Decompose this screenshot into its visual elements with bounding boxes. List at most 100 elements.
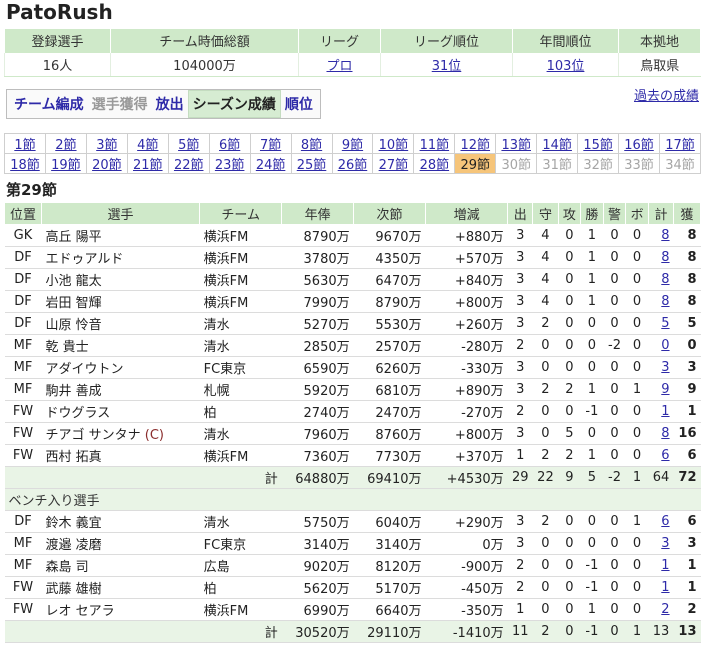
money-cell: 6590万: [281, 356, 354, 379]
round-cell: 19節: [44, 153, 87, 174]
round-link[interactable]: 23節: [215, 158, 245, 173]
round-link[interactable]: 21節: [133, 158, 163, 173]
earned-points-cell: 8: [673, 224, 701, 247]
points-link[interactable]: 8: [661, 250, 669, 265]
round-link[interactable]: 6節: [219, 138, 240, 153]
points-link[interactable]: 8: [661, 426, 669, 441]
money-cell: -280万: [425, 334, 508, 357]
player-name-cell: 渡邉 凌磨: [41, 532, 200, 555]
round-link[interactable]: 11節: [420, 138, 450, 153]
round-link[interactable]: 15節: [583, 138, 613, 153]
points-link[interactable]: 3: [661, 360, 669, 375]
points-cell: 5: [648, 312, 674, 335]
menu-item[interactable]: シーズン成績: [187, 90, 281, 118]
points-link[interactable]: 5: [661, 316, 669, 331]
stat-cell: 4: [532, 224, 559, 247]
player-row: FW 武藤 雄樹柏 5620万 5170万 -450万 2 0 0 -1 0 0 1 1: [4, 576, 701, 599]
round-link[interactable]: 27節: [379, 158, 409, 173]
player-row: DF 山原 怜音 清水 5270万 5530万 +260万 3 2 0 0 0 0 5 5: [4, 312, 701, 335]
round-link[interactable]: 28節: [420, 158, 450, 173]
stat-cell: 0: [625, 312, 649, 335]
past-results-link[interactable]: 過去の成績: [634, 85, 699, 104]
money-cell: 5750万: [281, 510, 354, 533]
position-cell: DF: [4, 312, 42, 335]
points-link[interactable]: 3: [661, 536, 669, 551]
round-link[interactable]: 19節: [51, 158, 81, 173]
players-table: 位置 選手 チーム 年俸 次節 増減出守攻勝警ボ計獲 GK 高丘 陽平 横浜FM 8790万 96…: [4, 202, 701, 643]
round-link[interactable]: 25節: [297, 158, 327, 173]
round-link[interactable]: 14節: [542, 138, 572, 153]
stat-cell: 0: [558, 246, 581, 269]
stat-cell: 3: [507, 290, 533, 313]
stat-cell: 3: [507, 356, 533, 379]
points-link[interactable]: 6: [661, 448, 669, 463]
points-link[interactable]: 6: [661, 514, 669, 529]
stat-cell: 1: [580, 378, 604, 401]
round-link[interactable]: 17節: [665, 138, 695, 153]
points-link[interactable]: 8: [661, 272, 669, 287]
stat-cell: 0: [580, 334, 604, 357]
money-cell: +370万: [425, 444, 508, 467]
club-cell: 横浜FM: [199, 246, 282, 269]
points-link[interactable]: 2: [661, 602, 669, 617]
menu-item[interactable]: 順位: [281, 91, 317, 117]
player-row: GK 高丘 陽平 横浜FM 8790万 9670万 +880万 3 4 0 1 0 0 8 8: [4, 224, 701, 247]
player-name-cell: 西村 拓真: [41, 444, 200, 467]
stat-cell: 0: [580, 356, 604, 379]
stat-cell: 0: [603, 312, 626, 335]
round-link[interactable]: 22節: [174, 158, 204, 173]
round-link[interactable]: 26節: [338, 158, 368, 173]
money-cell: 8790万: [353, 290, 426, 313]
summary-header: 登録選手: [4, 28, 111, 53]
total-money-cell: 69410万: [353, 466, 426, 489]
points-link[interactable]: 1: [661, 580, 669, 595]
round-cell: 31節: [536, 153, 579, 174]
round-link[interactable]: 1節: [14, 138, 35, 153]
player-name: チアゴ サンタナ: [45, 428, 141, 443]
round-link[interactable]: 4節: [137, 138, 158, 153]
round-link[interactable]: 7節: [260, 138, 281, 153]
total-earned-cell: 13: [673, 620, 701, 643]
round-link[interactable]: 20節: [92, 158, 122, 173]
round-link[interactable]: 24節: [256, 158, 286, 173]
round-link[interactable]: 9節: [342, 138, 363, 153]
round-link[interactable]: 12節: [461, 138, 491, 153]
round-row: 1節 2節 3節 4節 5節 6節 7節 8節 9節 10節 11節 12節 13節 14節 15節 16節 1…: [4, 133, 701, 154]
league-rank-link[interactable]: 31位: [432, 59, 462, 74]
total-stat-cell: 11: [507, 620, 533, 643]
menu-item[interactable]: チーム編成: [10, 91, 88, 117]
points-link[interactable]: 8: [661, 294, 669, 309]
round-link[interactable]: 8節: [301, 138, 322, 153]
column-header: 出: [507, 202, 534, 225]
round-link[interactable]: 10節: [379, 138, 409, 153]
player-row: FW 西村 拓真 横浜FM 7360万 7730万 +370万 1 2 2 1 0 0 6 6: [4, 444, 701, 467]
annual-rank-link[interactable]: 103位: [547, 59, 585, 74]
money-cell: 2740万: [281, 400, 354, 423]
total-stat-cell: 22: [532, 466, 559, 489]
points-link[interactable]: 9: [661, 382, 669, 397]
round-cell: 21節: [126, 153, 169, 174]
round-link[interactable]: 3節: [96, 138, 117, 153]
round-cell: 20節: [85, 153, 128, 174]
round-link[interactable]: 5節: [178, 138, 199, 153]
points-cell: 6: [648, 510, 674, 533]
round-link[interactable]: 2節: [55, 138, 76, 153]
money-cell: 6990万: [281, 598, 354, 621]
round-link[interactable]: 18節: [10, 158, 40, 173]
position-cell: FW: [4, 576, 42, 599]
player-name-cell: チアゴ サンタナ (C): [41, 422, 200, 445]
menu-item[interactable]: 放出: [152, 91, 188, 117]
column-header: 獲: [673, 202, 701, 225]
stat-cell: 0: [603, 378, 626, 401]
earned-points-cell: 9: [673, 378, 701, 401]
league-link[interactable]: プロ: [326, 59, 352, 74]
round-cell: 15節: [577, 133, 620, 154]
round-link[interactable]: 16節: [624, 138, 654, 153]
points-link[interactable]: 8: [661, 228, 669, 243]
column-header: 攻: [557, 202, 582, 225]
points-link[interactable]: 1: [661, 404, 669, 419]
points-cell: 8: [648, 290, 674, 313]
points-link[interactable]: 1: [661, 558, 669, 573]
round-link[interactable]: 13節: [501, 138, 531, 153]
points-link[interactable]: 0: [661, 338, 669, 353]
